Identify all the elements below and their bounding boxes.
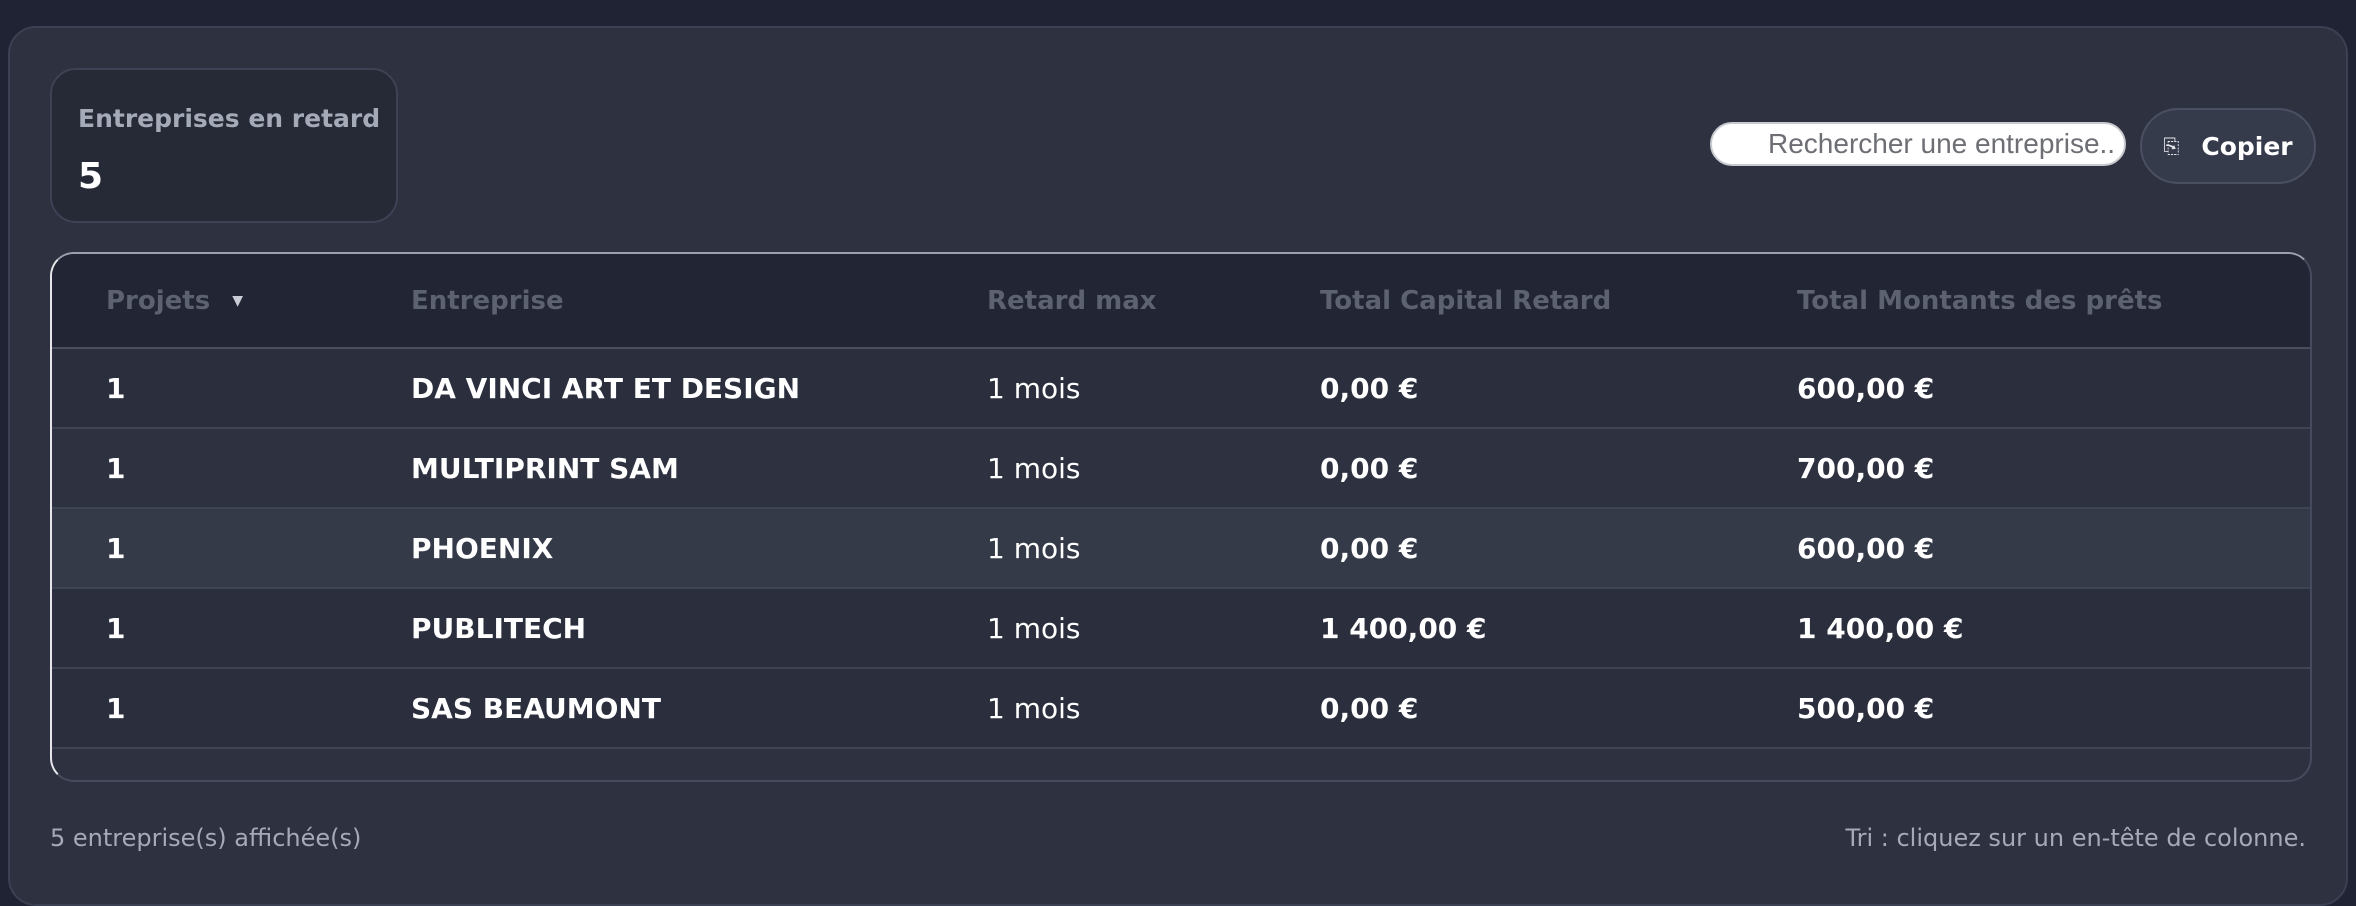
table-header-row: Projets ▼ Entreprise Retard max Total Cap… — [52, 254, 2310, 349]
sort-hint-text: Tri : cliquez sur un en-tête de colonne. — [1845, 824, 2306, 852]
copy-button[interactable]: ⎘ Copier — [2140, 108, 2316, 184]
cell-total-montants: 700,00 € — [1797, 428, 2310, 509]
table-row[interactable]: 1 MULTIPRINT SAM 1 mois 0,00 € 700,00 € — [52, 428, 2310, 509]
cell-entreprise: PHOENIX — [411, 508, 987, 589]
table-row[interactable]: 1 PHOENIX 1 mois 0,00 € 600,00 € — [52, 508, 2310, 589]
cell-retard-max: 1 mois — [987, 348, 1320, 429]
cell-projets: 1 — [52, 668, 411, 749]
cell-retard-max: 1 mois — [987, 508, 1320, 589]
cell-total-montants: 600,00 € — [1797, 508, 2310, 589]
search-input[interactable] — [1710, 122, 2126, 166]
table-row[interactable]: 1 PUBLITECH 1 mois 1 400,00 € 1 400,00 € — [52, 588, 2310, 669]
cell-projets: 1 — [52, 348, 411, 429]
cell-entreprise: DA VINCI ART ET DESIGN — [411, 348, 987, 429]
cell-total-montants: 1 400,00 € — [1797, 588, 2310, 669]
column-header-retard-max[interactable]: Retard max — [987, 254, 1320, 349]
cell-retard-max: 1 mois — [987, 588, 1320, 669]
stat-label: Entreprises en retard — [78, 104, 381, 133]
cell-entreprise: MULTIPRINT SAM — [411, 428, 987, 509]
cell-total-capital: 0,00 € — [1320, 508, 1797, 589]
cell-total-capital: 0,00 € — [1320, 428, 1797, 509]
cell-entreprise: SAS BEAUMONT — [411, 668, 987, 749]
table-row[interactable]: 1 DA VINCI ART ET DESIGN 1 mois 0,00 € 6… — [52, 348, 2310, 429]
cell-retard-max: 1 mois — [987, 428, 1320, 509]
cell-total-capital: 1 400,00 € — [1320, 588, 1797, 669]
cell-total-capital: 0,00 € — [1320, 668, 1797, 749]
cell-projets: 1 — [52, 428, 411, 509]
displayed-count-text: 5 entreprise(s) affichée(s) — [50, 824, 362, 852]
table-row[interactable]: 1 SAS BEAUMONT 1 mois 0,00 € 500,00 € — [52, 668, 2310, 749]
late-companies-card: Entreprises en retard 5 — [50, 68, 398, 223]
column-header-total-montants[interactable]: Total Montants des prêts — [1797, 254, 2310, 349]
column-header-projets[interactable]: Projets ▼ — [52, 254, 411, 349]
cell-total-capital: 0,00 € — [1320, 348, 1797, 429]
main-panel: Entreprises en retard 5 ⎘ Copier Projets… — [8, 26, 2348, 906]
cell-total-montants: 500,00 € — [1797, 668, 2310, 749]
late-companies-table: Projets ▼ Entreprise Retard max Total Cap… — [50, 252, 2312, 782]
copy-button-label: Copier — [2201, 131, 2293, 161]
cell-projets: 1 — [52, 508, 411, 589]
copy-icon: ⎘ — [2163, 134, 2180, 158]
cell-entreprise: PUBLITECH — [411, 588, 987, 669]
cell-retard-max: 1 mois — [987, 668, 1320, 749]
search-container — [1710, 122, 2126, 166]
column-header-total-capital-retard[interactable]: Total Capital Retard — [1320, 254, 1797, 349]
cell-projets: 1 — [52, 588, 411, 669]
sort-caret-down-icon: ▼ — [232, 293, 243, 309]
cell-total-montants: 600,00 € — [1797, 348, 2310, 429]
column-header-entreprise[interactable]: Entreprise — [411, 254, 987, 349]
stat-value: 5 — [78, 156, 104, 197]
column-header-label: Projets — [106, 285, 211, 316]
